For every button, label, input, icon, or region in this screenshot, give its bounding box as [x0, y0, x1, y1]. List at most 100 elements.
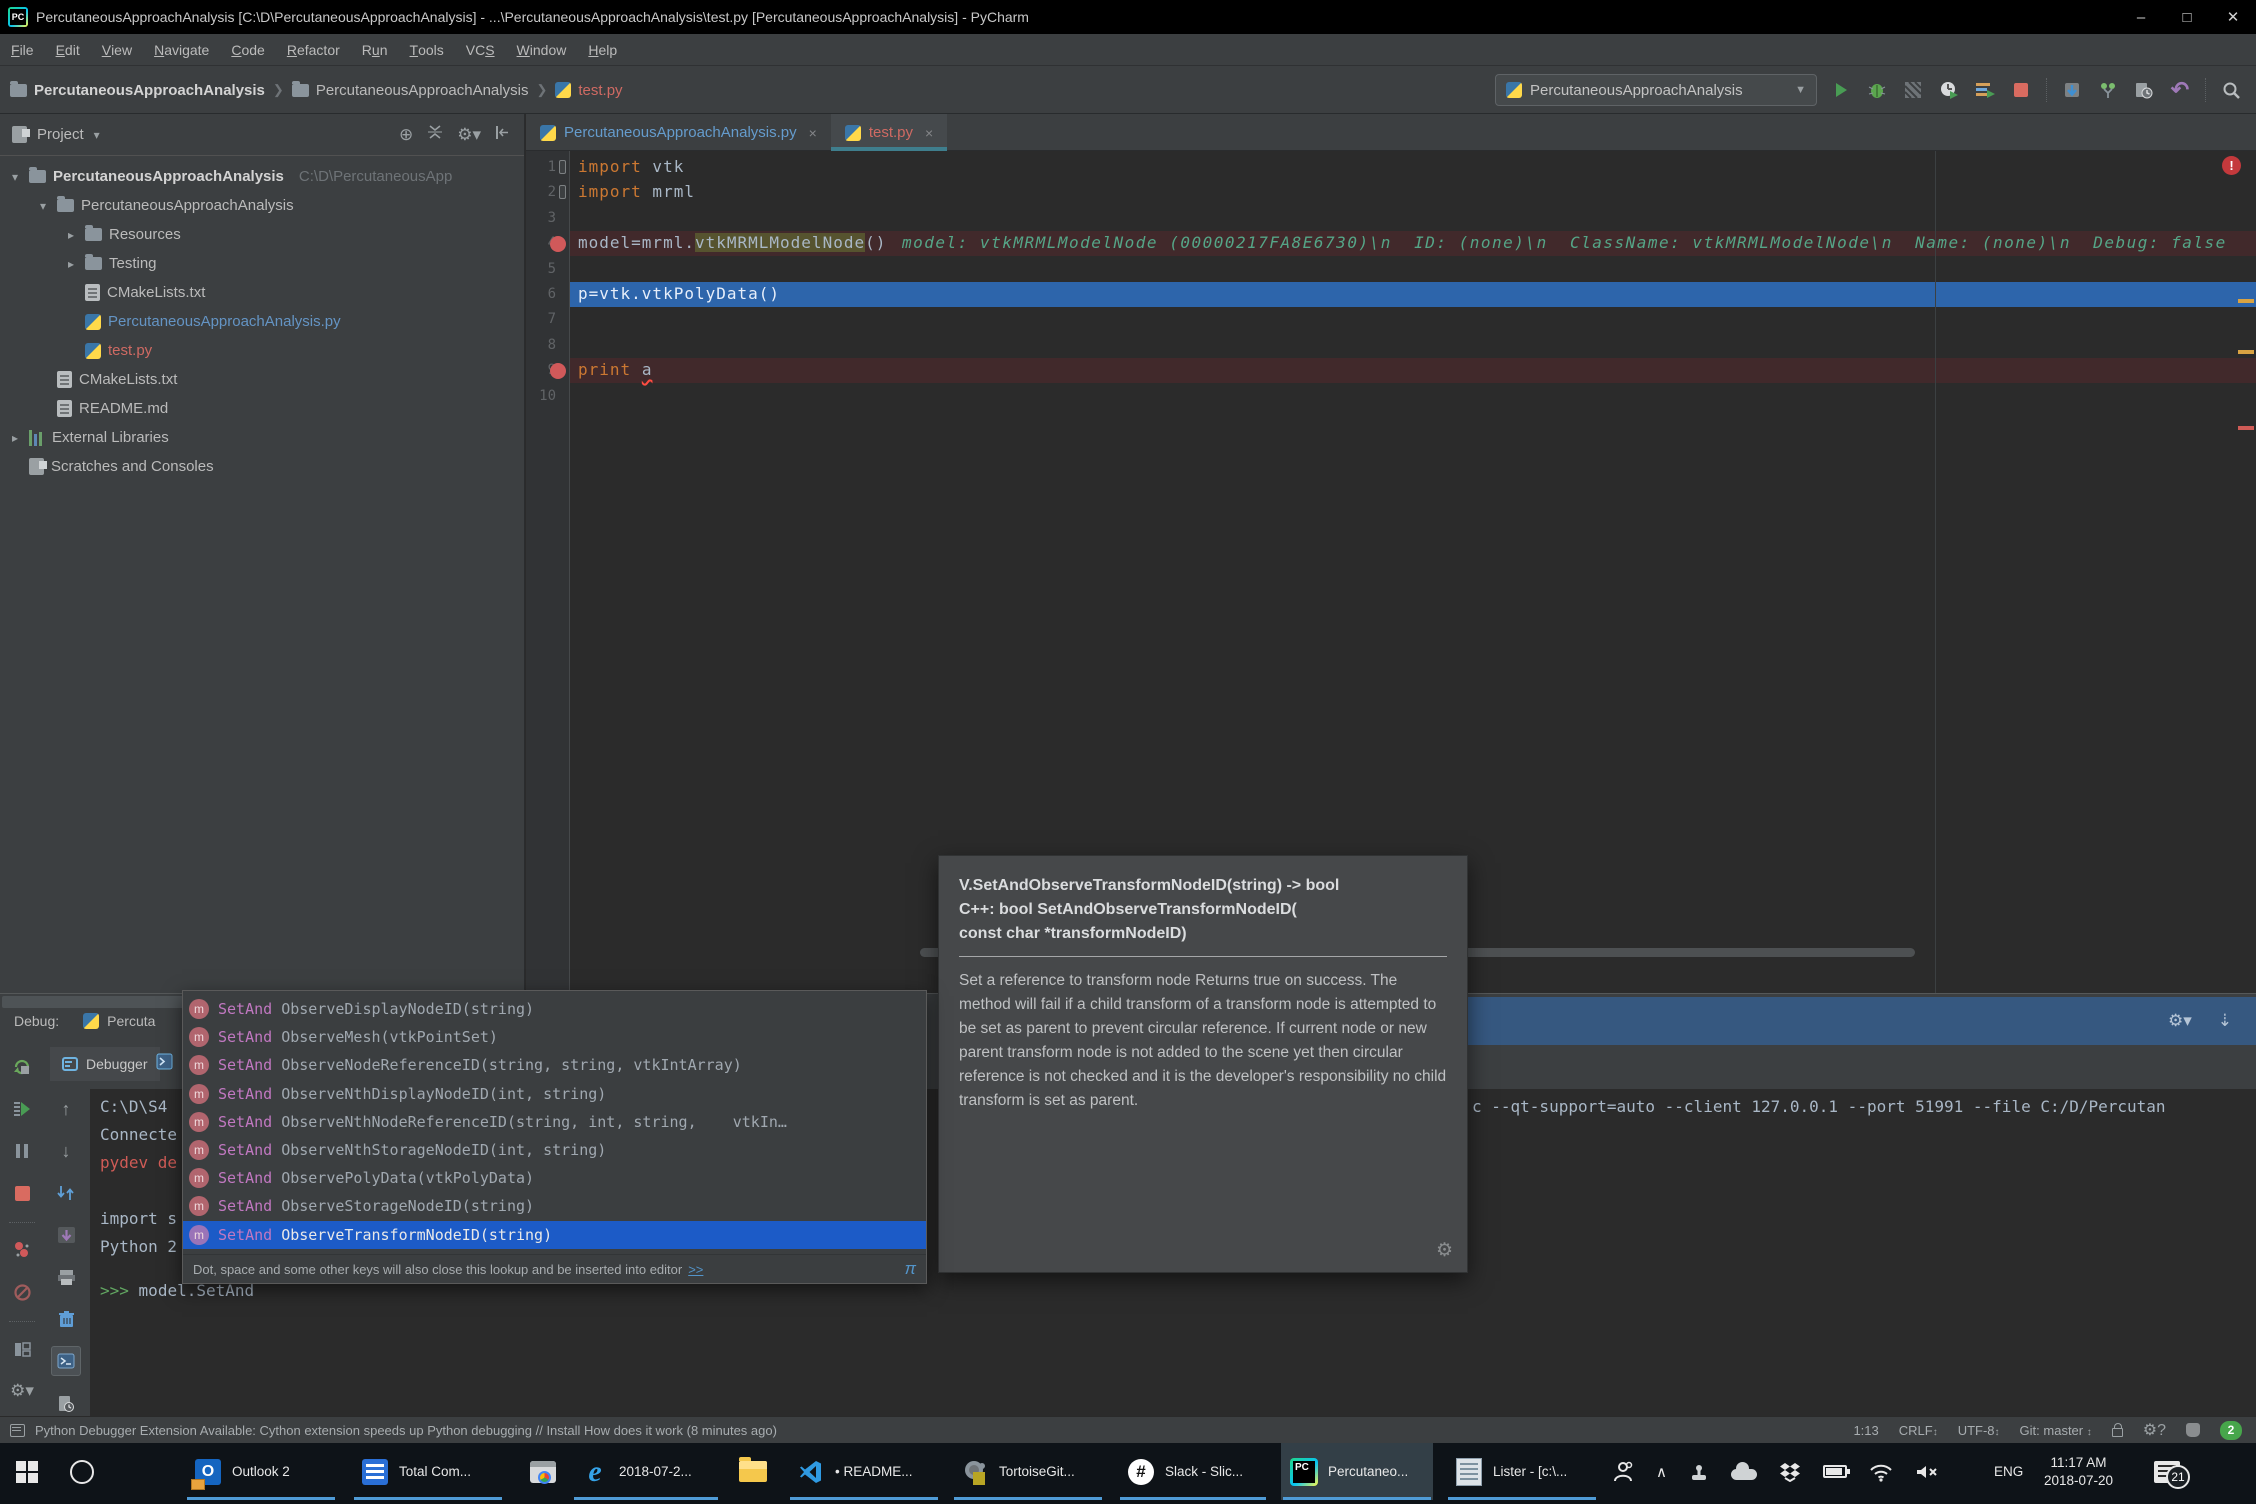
project-panel-title[interactable]: Project — [37, 126, 84, 143]
mute-breakpoints-button[interactable] — [7, 1277, 37, 1307]
minimize-button[interactable]: – — [2118, 0, 2164, 34]
breadcrumb-item[interactable]: PercutaneousApproachAnalysis — [10, 80, 265, 99]
breakpoint-icon[interactable] — [550, 235, 566, 252]
code-line-10[interactable] — [570, 384, 2256, 409]
collapse-all-icon[interactable] — [427, 124, 443, 145]
tree-item-scratches-and-consoles[interactable]: Scratches and Consoles — [0, 452, 524, 481]
inspections-icon[interactable]: ⚙? — [2143, 1420, 2166, 1440]
compare-stack-button[interactable] — [51, 1178, 81, 1208]
battery-button[interactable] — [1822, 1465, 1850, 1478]
caret-position[interactable]: 1:13 — [1853, 1423, 1878, 1438]
menu-item-tools[interactable]: Tools — [399, 34, 455, 65]
clear-all-button[interactable] — [51, 1304, 81, 1334]
gear-icon[interactable]: ⚙▾ — [2168, 1011, 2192, 1031]
tab-console-icon[interactable] — [156, 1053, 173, 1075]
taskbar-item-totalcmd[interactable]: Total Com... — [352, 1443, 504, 1500]
search-everywhere-button[interactable] — [2218, 77, 2244, 103]
tree-item-percutaneousapproachanalysis-py[interactable]: PercutaneousApproachAnalysis.py — [0, 307, 524, 336]
wifi-button[interactable] — [1869, 1462, 1893, 1482]
concurrency-button[interactable] — [1972, 77, 1998, 103]
chevron-down-icon[interactable]: ▾ — [36, 199, 50, 213]
error-stripe-mark[interactable] — [2238, 426, 2254, 430]
menu-item-run[interactable]: Run — [351, 34, 399, 65]
code-line-8[interactable] — [570, 333, 2256, 358]
taskbar-item-window-preview[interactable] — [520, 1443, 564, 1500]
completion-item-observedisplaynodeid[interactable]: m SetAnd ObserveDisplayNodeID(string) — [183, 995, 926, 1023]
lock-icon[interactable] — [2111, 1422, 2123, 1437]
event-count-badge[interactable]: 2 — [2220, 1420, 2242, 1440]
menu-item-help[interactable]: Help — [577, 34, 628, 65]
taskbar-item-outlook[interactable]: O Outlook 2 — [185, 1443, 337, 1500]
completion-item-observenthstoragenodeid[interactable]: m SetAnd ObserveNthStorageNodeID(int, stri… — [183, 1136, 926, 1164]
resume-button[interactable] — [7, 1094, 37, 1124]
event-log-icon[interactable] — [10, 1423, 25, 1437]
run-button[interactable] — [1828, 77, 1854, 103]
tree-item-percutaneousapproachanalysis[interactable]: ▾ PercutaneousApproachAnalysis C:\D\Percut… — [0, 162, 524, 191]
tree-item-test-py[interactable]: test.py — [0, 336, 524, 365]
cortana-button[interactable] — [62, 1443, 102, 1500]
completion-item-observenodereferenceid[interactable]: m SetAnd ObserveNodeReferenceID(string, st… — [183, 1051, 926, 1079]
stop-button[interactable] — [2008, 77, 2034, 103]
breakpoint-icon[interactable] — [550, 362, 566, 379]
menu-item-code[interactable]: Code — [220, 34, 275, 65]
chevron-right-icon[interactable]: ▸ — [64, 257, 78, 271]
console-history-button[interactable] — [51, 1388, 81, 1418]
onedrive-button[interactable] — [1730, 1462, 1757, 1480]
fold-marker-icon[interactable] — [559, 185, 566, 200]
language-indicator[interactable]: ENG — [1986, 1443, 2031, 1500]
close-button[interactable]: ✕ — [2210, 0, 2256, 34]
tree-item-resources[interactable]: ▸ Resources — [0, 220, 524, 249]
rerun-button[interactable] — [7, 1052, 37, 1082]
locate-icon[interactable]: ⊕ — [399, 125, 413, 145]
tree-item-percutaneousapproachanalysis[interactable]: ▾ PercutaneousApproachAnalysis — [0, 191, 524, 220]
kvm-button[interactable] — [1689, 1463, 1709, 1481]
pause-button[interactable] — [7, 1136, 37, 1166]
warning-stripe-mark[interactable] — [2238, 299, 2254, 303]
encoding-selector[interactable]: UTF-8↕ — [1958, 1423, 2000, 1438]
people-button[interactable] — [1612, 1461, 1634, 1483]
line-separator-selector[interactable]: CRLF↕ — [1899, 1423, 1938, 1438]
menu-item-refactor[interactable]: Refactor — [276, 34, 351, 65]
hide-icon[interactable] — [495, 125, 510, 145]
code-line-6[interactable]: p=vtk.vtkPolyData() — [570, 282, 2256, 307]
clock[interactable]: 11:17 AM 2018-07-20 — [2036, 1443, 2121, 1500]
step-up-button[interactable]: ↑ — [51, 1094, 81, 1124]
code-line-4[interactable]: model=mrml.vtkMRMLModelNode() model: vtkM… — [570, 231, 2256, 257]
menu-item-window[interactable]: Window — [506, 34, 578, 65]
completion-item-observenthdisplaynodeid[interactable]: m SetAnd ObserveNthDisplayNodeID(int, stri… — [183, 1080, 926, 1108]
error-indicator[interactable]: ! — [2222, 156, 2241, 175]
rollback-button[interactable]: ↶ — [2167, 77, 2193, 103]
tree-item-readme-md[interactable]: README.md — [0, 394, 524, 423]
warning-stripe-mark[interactable] — [2238, 350, 2254, 354]
force-step-button[interactable] — [51, 1220, 81, 1250]
completion-item-observepolydata[interactable]: m SetAnd ObservePolyData(vtkPolyData) — [183, 1164, 926, 1192]
taskbar-item-tortoisegit[interactable]: TortoiseGit... — [952, 1443, 1104, 1500]
tree-item-external-libraries[interactable]: ▸ External Libraries — [0, 423, 524, 452]
menu-item-view[interactable]: View — [91, 34, 143, 65]
code-line-1[interactable]: import vtk — [570, 155, 2256, 180]
scroll-to-end-icon[interactable]: ⇣ — [2218, 1011, 2232, 1031]
chevron-right-icon[interactable]: ▸ — [64, 228, 78, 242]
menu-item-edit[interactable]: Edit — [45, 34, 91, 65]
stop-button[interactable] — [7, 1178, 37, 1208]
menu-item-navigate[interactable]: Navigate — [143, 34, 220, 65]
editor-tab-test-py[interactable]: test.py × — [830, 114, 948, 151]
breadcrumb-item[interactable]: PercutaneousApproachAnalysis — [291, 80, 528, 99]
code-line-9[interactable]: print a — [570, 358, 2256, 384]
tab-debugger[interactable]: Debugger — [50, 1047, 160, 1081]
hint-more-link[interactable]: >> — [688, 1262, 703, 1277]
code-line-3[interactable] — [570, 206, 2256, 231]
taskbar-item-edge[interactable]: e 2018-07-2... — [572, 1443, 720, 1500]
update-project-button[interactable] — [2059, 77, 2085, 103]
view-breakpoints-button[interactable] — [7, 1235, 37, 1265]
start-button[interactable] — [8, 1443, 46, 1500]
completion-item-observetransformnodeid[interactable]: m SetAnd ObserveTransformNodeID(string) — [183, 1220, 926, 1249]
completion-item-observestoragenodeid[interactable]: m SetAnd ObserveStorageNodeID(string) — [183, 1192, 926, 1220]
tree-item-testing[interactable]: ▸ Testing — [0, 249, 524, 278]
debug-button[interactable] — [1864, 77, 1890, 103]
chevron-down-icon[interactable]: ▾ — [8, 170, 22, 184]
version-control-button[interactable] — [2095, 77, 2121, 103]
taskbar-item-explorer[interactable] — [730, 1443, 774, 1500]
volume-muted-button[interactable] — [1915, 1462, 1939, 1482]
tab-close-icon[interactable]: × — [925, 125, 933, 141]
